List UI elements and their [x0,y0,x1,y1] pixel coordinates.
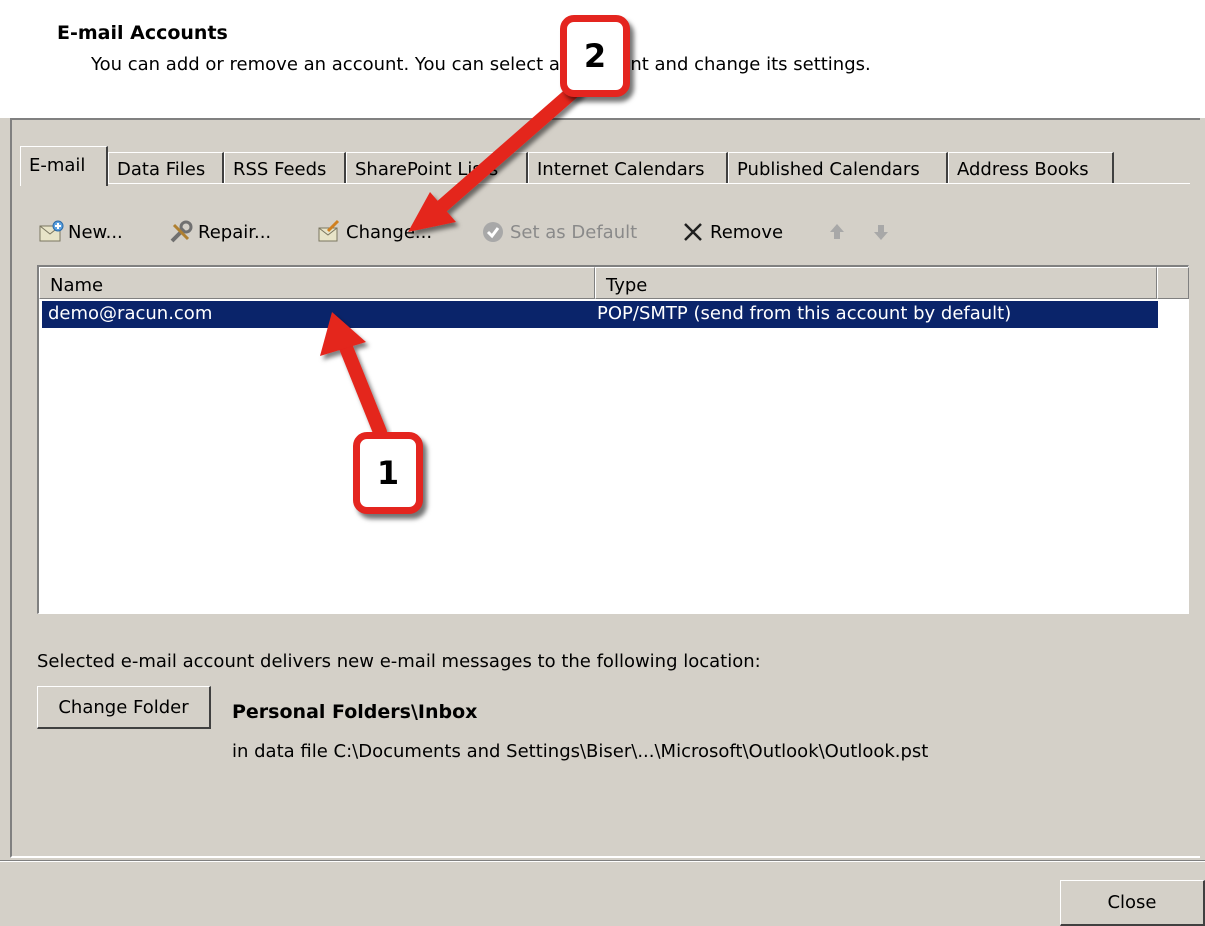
tab-address-books[interactable]: Address Books [948,152,1114,183]
set-default-label: Set as Default [510,221,638,243]
data-file-path: in data file C:\Documents and Settings\B… [232,741,929,762]
page-subtitle: You can add or remove an account. You ca… [91,54,871,75]
wrench-icon [168,219,194,245]
tab-email[interactable]: E-mail [20,146,108,186]
delivery-folder: Personal Folders\Inbox [232,701,478,723]
tab-published-calendars[interactable]: Published Calendars [728,152,948,183]
close-button[interactable]: Close [1060,880,1205,926]
checkmark-icon [480,219,506,245]
column-header-type[interactable]: Type [595,267,1157,299]
callout-1: 1 [353,432,423,514]
tab-data-files[interactable]: Data Files [108,152,224,183]
tab-strip-line [20,183,1190,184]
accounts-list[interactable]: Name Type demo@racun.com POP/SMTP (send … [37,265,1189,614]
remove-label: Remove [710,221,784,243]
set-default-button[interactable]: Set as Default [480,215,637,249]
move-up-button[interactable] [824,215,854,249]
move-down-button[interactable] [868,215,898,249]
change-settings-icon [316,219,342,245]
change-label: Change... [346,221,433,243]
tab-internet-calendars[interactable]: Internet Calendars [528,152,728,183]
column-header-name[interactable]: Name [39,267,595,299]
new-account-button[interactable]: New... [38,215,123,249]
new-account-label: New... [68,221,123,243]
account-name: demo@racun.com [48,303,213,324]
change-folder-button[interactable]: Change Folder [37,686,211,729]
column-header-filler [1157,267,1189,299]
new-mail-icon [38,219,64,245]
delivery-location-label: Selected e-mail account delivers new e-m… [37,651,761,672]
arrow-up-icon [824,219,850,245]
repair-button[interactable]: Repair... [168,215,271,249]
tab-rss-feeds[interactable]: RSS Feeds [224,152,346,183]
repair-label: Repair... [198,221,272,243]
remove-button[interactable]: Remove [680,215,783,249]
page-title: E-mail Accounts [57,22,228,44]
close-icon [680,219,706,245]
list-header: Name Type [39,267,1189,299]
arrow-down-icon [868,219,894,245]
callout-2: 2 [560,15,630,97]
list-item[interactable]: demo@racun.com POP/SMTP (send from this … [42,301,1158,328]
tab-sharepoint-lists[interactable]: SharePoint Lists [346,152,528,183]
footer-divider [0,860,1205,862]
account-type: POP/SMTP (send from this account by defa… [597,303,1012,324]
change-button[interactable]: Change... [316,215,432,249]
